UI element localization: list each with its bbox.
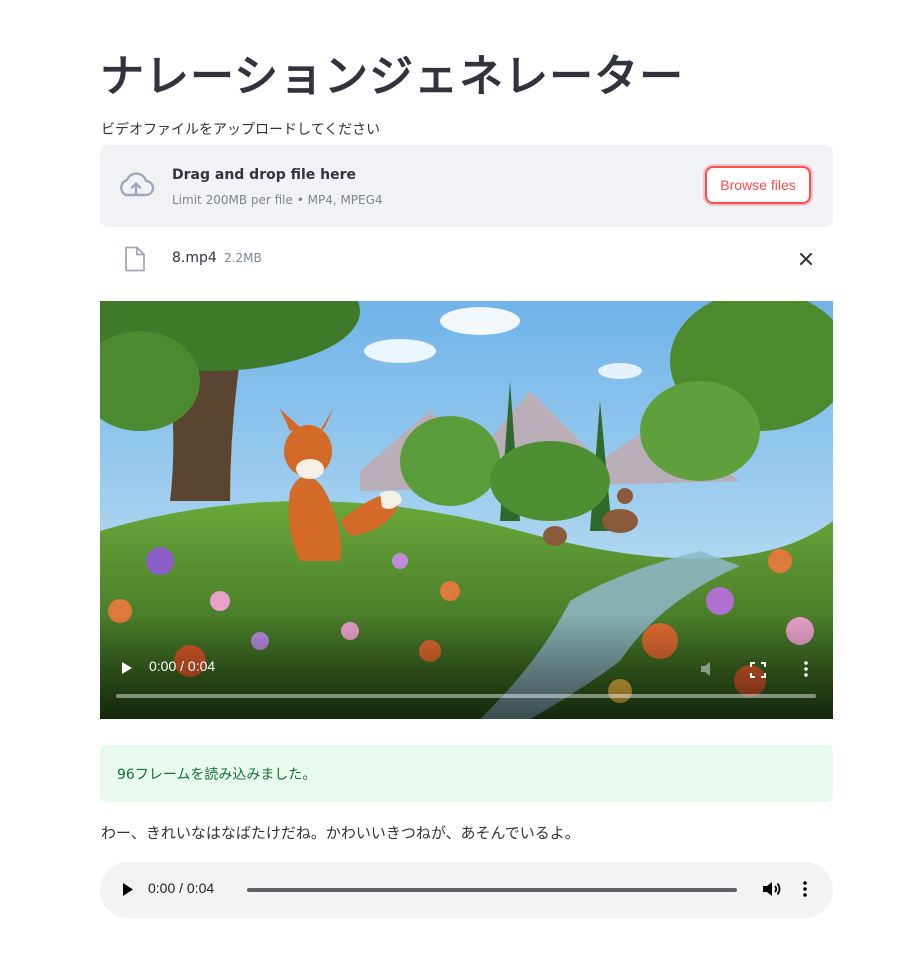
dropzone-limit-text: Limit 200MB per file • MP4, MPEG4 bbox=[172, 193, 383, 207]
video-frame-image bbox=[100, 301, 833, 719]
dropzone-instructions: Drag and drop file here bbox=[172, 167, 357, 183]
video-progress-bar[interactable] bbox=[116, 694, 816, 698]
file-dropzone[interactable]: Drag and drop file here Limit 200MB per … bbox=[100, 145, 833, 227]
file-icon bbox=[125, 246, 145, 272]
audio-play-icon[interactable] bbox=[122, 882, 134, 897]
file-size: 2.2MB bbox=[224, 251, 262, 265]
audio-player[interactable]: 0:00 / 0:04 bbox=[100, 862, 833, 918]
close-icon[interactable] bbox=[797, 250, 815, 268]
volume-icon[interactable] bbox=[762, 880, 782, 898]
video-more-options-icon[interactable] bbox=[802, 660, 810, 678]
success-alert: 96フレームを読み込みました。 bbox=[100, 745, 833, 802]
audio-more-options-icon[interactable] bbox=[801, 880, 809, 898]
cloud-upload-icon bbox=[120, 172, 155, 197]
upload-label: ビデオファイルをアップロードしてください bbox=[101, 122, 381, 138]
video-volume-icon bbox=[701, 662, 710, 676]
audio-time: 0:00 / 0:04 bbox=[148, 880, 215, 896]
uploaded-file-row: 8.mp4 2.2MB bbox=[100, 240, 833, 280]
browse-files-button[interactable]: Browse files bbox=[705, 166, 811, 204]
success-message: 96フレームを読み込みました。 bbox=[117, 767, 317, 783]
video-play-icon[interactable] bbox=[120, 660, 134, 676]
narration-text: わー、きれいなはなばたけだね。かわいいきつねが、あそんでいるよ。 bbox=[101, 824, 580, 842]
fullscreen-icon[interactable] bbox=[750, 662, 766, 678]
video-time: 0:00 / 0:04 bbox=[149, 658, 216, 674]
file-name: 8.mp4 bbox=[172, 250, 217, 266]
video-player[interactable] bbox=[100, 301, 833, 719]
page-title: ナレーションジェネレーター bbox=[100, 51, 685, 102]
audio-progress-bar[interactable] bbox=[247, 888, 737, 892]
